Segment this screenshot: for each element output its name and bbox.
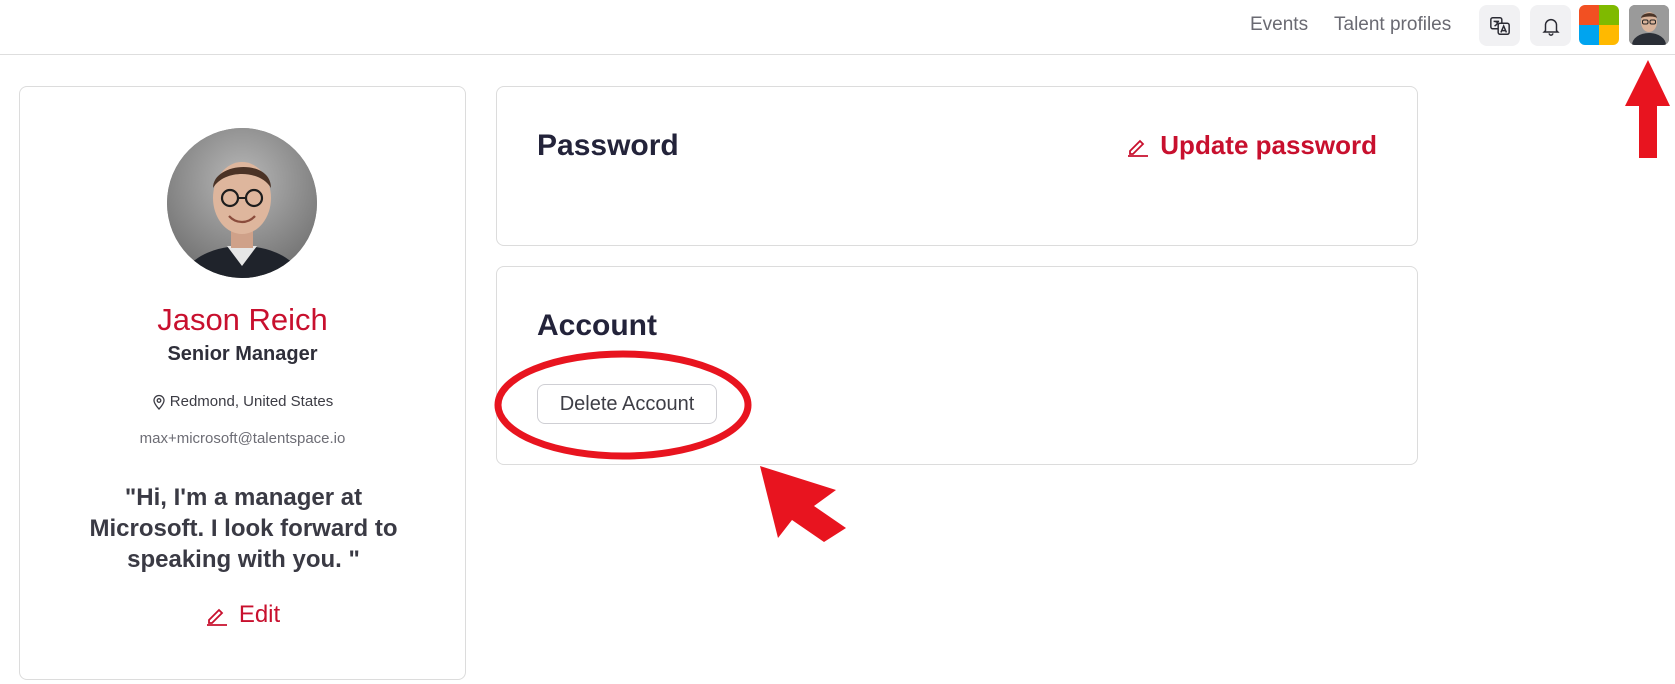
update-password-label: Update password <box>1160 130 1377 160</box>
edit-profile-button[interactable]: Edit <box>20 601 465 629</box>
arrow-pointing-avatar <box>1625 60 1670 158</box>
location-pin-icon <box>153 394 165 410</box>
profile-photo <box>167 128 317 278</box>
password-card-title: Password <box>537 129 679 162</box>
nav-link-events[interactable]: Events <box>1250 14 1308 36</box>
user-avatar[interactable] <box>1629 5 1669 45</box>
profile-email: max+microsoft@talentspace.io <box>139 430 346 447</box>
pencil-icon <box>1128 139 1149 157</box>
page: Events Talent profiles Jason Reich Senio… <box>0 0 1675 684</box>
pencil-icon <box>206 608 227 626</box>
profile-location: Redmond, United States <box>20 393 465 410</box>
profile-role: Senior Manager <box>167 343 318 365</box>
location-text: Redmond, United States <box>169 393 334 410</box>
top-navigation-bar: Events Talent profiles <box>0 0 1675 55</box>
profile-card: Jason Reich Senior Manager Redmond, Unit… <box>19 86 466 680</box>
account-card: Account Delete Account <box>496 266 1418 465</box>
bell-icon <box>1541 18 1560 36</box>
update-password-button[interactable]: Update password <box>1126 130 1377 161</box>
translate-button[interactable] <box>1479 5 1520 46</box>
profile-name: Jason Reich <box>157 302 328 337</box>
nav-link-talent-profiles[interactable]: Talent profiles <box>1334 14 1451 36</box>
arrow-pointing-delete <box>760 466 846 542</box>
microsoft-logo[interactable] <box>1579 5 1619 45</box>
account-card-title: Account <box>537 309 657 342</box>
delete-account-button[interactable]: Delete Account <box>537 384 717 424</box>
profile-quote: "Hi, I'm a manager at Microsoft. I look … <box>89 484 398 573</box>
translate-icon <box>1489 16 1510 35</box>
notifications-button[interactable] <box>1530 5 1571 46</box>
edit-label: Edit <box>238 601 281 628</box>
password-card: Password Update password <box>496 86 1418 246</box>
